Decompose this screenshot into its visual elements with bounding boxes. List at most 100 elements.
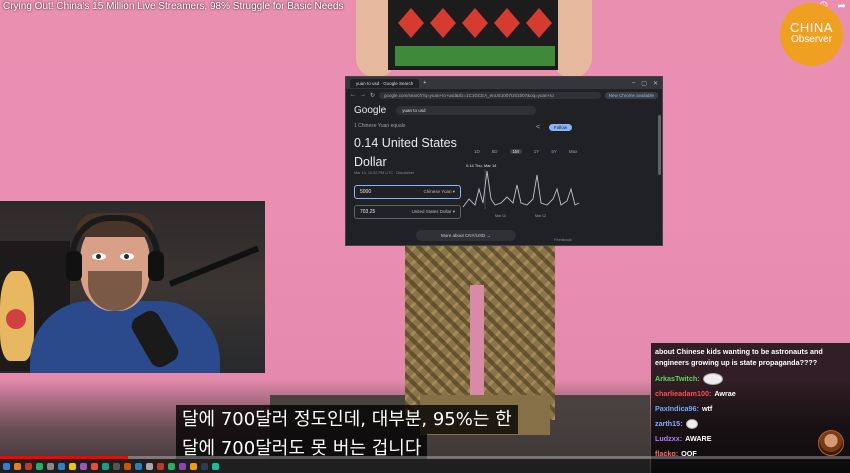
address-row: ← → ↻ google.com/search?q=yuan+to+usd&rl… [346, 89, 662, 101]
conversion-result: 0.14 United States Dollar [354, 136, 457, 169]
address-bar[interactable]: google.com/search?q=yuan+to+usd&rlz=1C1G… [379, 91, 601, 99]
avatar[interactable] [818, 430, 844, 456]
from-amount-field[interactable]: 5000 Chinese Yuan ▾ [354, 185, 461, 199]
channel-logo[interactable]: CHINA Observer [780, 3, 843, 66]
from-value: 5000 [360, 189, 372, 195]
chat-username[interactable]: PaxIndica96: [655, 404, 699, 413]
taskbar-app-icon[interactable] [25, 462, 32, 470]
result-date: Mar 14, 10:52 PM UTC · Disclaimer [354, 171, 415, 175]
to-unit-label: United States Dollar [411, 209, 452, 214]
chat-username[interactable]: charlieadam100: [655, 389, 711, 398]
follow-button[interactable]: Follow [549, 124, 573, 131]
chat-message: about Chinese kids wanting to be astrona… [655, 347, 823, 367]
update-chrome-button[interactable]: New Chrome available [604, 91, 658, 99]
taskbar-app-icon[interactable] [113, 462, 120, 470]
headphone-cup [148, 251, 164, 281]
taskbar-app-icon[interactable] [190, 462, 197, 470]
taskbar-app-icon[interactable] [135, 462, 142, 470]
taskbar-app-icon[interactable] [80, 462, 87, 470]
share-icon[interactable]: < [536, 124, 540, 131]
from-unit-label: Chinese Yuan [423, 189, 452, 194]
tab-title: Google Search [383, 80, 414, 86]
subtitle-line: 달에 700달러 정도인데, 대부분, 95%는 한 [176, 405, 518, 434]
logo-line2: Observer [790, 34, 833, 45]
range-tab[interactable]: Max [569, 149, 578, 154]
video-title[interactable]: Crying Out! China's 15 Million Live Stre… [3, 1, 343, 12]
close-icon[interactable]: ✕ [653, 80, 658, 87]
chart-tooltip: 0.14 Thu, Mar 14 [466, 163, 497, 168]
taskbar-app-icon[interactable] [58, 462, 65, 470]
chat-message: ArkasTwitch: [655, 371, 846, 386]
rate-line [462, 170, 580, 208]
exchange-rate-chart: 0.14 Thu, Mar 14 Mar 10 Mar 12 [462, 163, 580, 218]
range-tab[interactable]: 5D [492, 149, 498, 154]
subtitle: 달에 700달러 정도인데, 대부분, 95%는 한 달에 700달러도 못 버… [176, 405, 518, 463]
taskbar-app-icon[interactable] [146, 462, 153, 470]
browser-tab[interactable]: yuan to usd · Google Search [350, 78, 420, 88]
person-arm-right [552, 0, 592, 78]
taskbar-app-icon[interactable] [47, 462, 54, 470]
emote-icon [702, 372, 723, 385]
range-tab[interactable]: 1D [474, 149, 480, 154]
maximize-icon[interactable]: ▢ [641, 80, 647, 87]
range-tab[interactable]: 5Y [551, 149, 557, 154]
taskbar-app-icon[interactable] [36, 462, 43, 470]
scrollbar[interactable] [658, 115, 661, 175]
chat-text: wtf [701, 404, 713, 413]
taskbar-app-icon[interactable] [157, 462, 164, 470]
taskbar-app-icon[interactable] [102, 462, 109, 470]
chat-overlay: about Chinese kids wanting to be astrona… [651, 343, 850, 473]
taskbar-app-icon[interactable] [179, 462, 186, 470]
new-tab-icon[interactable]: + [423, 80, 426, 86]
chat-message: PaxIndica96: wtf [655, 401, 846, 416]
reload-icon[interactable]: ↻ [370, 92, 375, 99]
to-amount-field[interactable]: 703.25 United States Dollar ▾ [354, 205, 461, 219]
range-tab[interactable]: 1Y [534, 149, 540, 154]
chat-text: AWARE [685, 434, 712, 443]
taskbar-app-icon[interactable] [3, 462, 10, 470]
headphone-cup [66, 251, 82, 281]
emote-icon [685, 418, 698, 429]
window-controls: – ▢ ✕ [632, 80, 662, 87]
equals-text: 1 Chinese Yuan equals [354, 123, 406, 129]
browser-tabbar: yuan to usd · Google Search + – ▢ ✕ [346, 77, 662, 89]
forward-icon[interactable]: → [360, 92, 366, 98]
tab-label: yuan to usd [356, 80, 380, 86]
chart-xlabel: Mar 10 [495, 214, 506, 218]
taskbar-app-icon[interactable] [69, 462, 76, 470]
taskbar-app-icon[interactable] [201, 462, 208, 470]
chat-username[interactable]: ArkasTwitch: [655, 374, 700, 383]
google-logo[interactable]: Google [354, 105, 386, 116]
chart-xlabel: Mar 12 [535, 214, 546, 218]
to-unit-select[interactable]: United States Dollar ▾ [411, 209, 455, 215]
search-input[interactable]: yuan to usd [396, 106, 537, 115]
browser-window: yuan to usd · Google Search + – ▢ ✕ ← → … [345, 76, 663, 246]
taskbar-app-icon[interactable] [124, 462, 131, 470]
mic-arm [168, 245, 260, 287]
chat-list: ArkasTwitch: charlieadam100: Awrae PaxIndic… [655, 371, 846, 461]
taskbar-app-icon[interactable] [212, 462, 219, 470]
from-unit-select[interactable]: Chinese Yuan ▾ [424, 189, 455, 195]
taskbar-app-icon[interactable] [168, 462, 175, 470]
sweater-band [395, 46, 555, 66]
range-tab[interactable]: 1M [509, 149, 522, 154]
streamer-shirt [30, 301, 220, 373]
to-value: 703.25 [360, 209, 376, 215]
plush-toy-detail [6, 309, 26, 329]
feedback-link[interactable]: Feedback [554, 237, 572, 242]
taskbar-app-icon[interactable] [14, 462, 21, 470]
more-about-button[interactable]: More about CNY/USD → [416, 230, 516, 241]
google-header: Google yuan to usd [346, 101, 662, 120]
chat-username[interactable]: Ludzxx: [655, 434, 682, 443]
webcam-overlay [0, 201, 265, 373]
chat-message: zarth15: [655, 416, 846, 431]
taskbar [0, 459, 650, 473]
minimize-icon[interactable]: – [632, 80, 635, 87]
chat-username[interactable]: zarth15: [655, 419, 683, 428]
logo-line1: CHINA [790, 20, 833, 35]
taskbar-app-icon[interactable] [91, 462, 98, 470]
chat-message: charlieadam100: Awrae [655, 386, 846, 401]
range-tabs: 1D 5D 1M 1Y 5Y Max [474, 149, 577, 154]
share-icon[interactable]: ➦ [838, 1, 846, 12]
back-icon[interactable]: ← [350, 92, 356, 98]
